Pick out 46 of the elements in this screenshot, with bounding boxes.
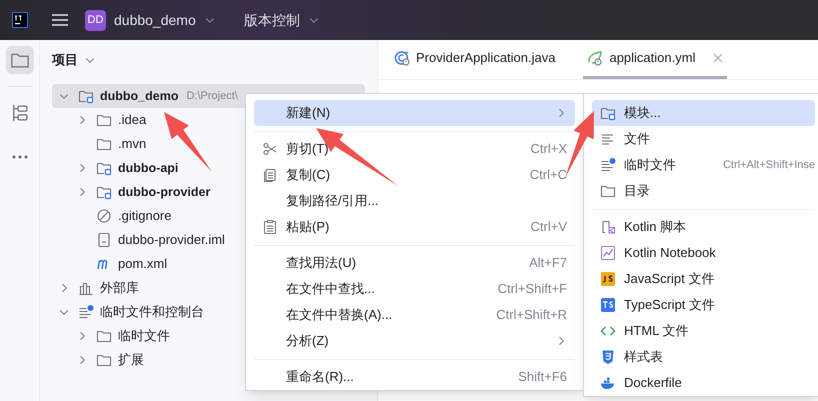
- menu-item-label: 复制(C): [286, 166, 330, 184]
- menu-item-label: 模块...: [624, 104, 661, 122]
- shortcut-label: Alt+F7: [529, 254, 567, 272]
- menu-item-label: Dockerfile: [624, 374, 682, 392]
- menu-item-label: 目录: [624, 182, 650, 200]
- tree-item-label: dubbo-provider.iml: [118, 231, 225, 250]
- tree-item-label: 临时文件和控制台: [100, 303, 204, 322]
- tree-item-label: pom.xml: [118, 255, 168, 274]
- menu-item-label: 样式表: [624, 348, 663, 366]
- tree-item-label: 扩展: [118, 351, 144, 370]
- tab-label: application.yml: [609, 49, 696, 68]
- tree-item-label: .gitignore: [118, 207, 172, 226]
- tree-item-label: .mvn: [118, 135, 146, 154]
- menu-item-label: TypeScript 文件: [624, 296, 716, 314]
- path-hint: D:\Project\: [186, 88, 238, 104]
- menu-item-label: 剪切(T): [286, 140, 329, 158]
- menu-item-label: 文件: [624, 130, 650, 148]
- shortcut-label: Ctrl+X: [530, 140, 567, 158]
- tree-item-label: dubbo-provider: [118, 184, 210, 201]
- shortcut-label: Ctrl+Shift+R: [496, 306, 567, 324]
- tree-item-label: .idea: [118, 111, 146, 130]
- menu-item-label: 在文件中替换(A)...: [286, 306, 392, 324]
- shortcut-label: Ctrl+Shift+F: [498, 280, 567, 298]
- vcs-menu-label: 版本控制: [244, 10, 300, 30]
- menu-item-label: 在文件中查找...: [286, 280, 375, 298]
- menu-item-label: 复制路径/引用...: [286, 192, 378, 210]
- shortcut-label: Shift+F6: [518, 368, 567, 386]
- menu-item-label: Kotlin 脚本: [624, 218, 686, 236]
- menu-item-label: JavaScript 文件: [624, 270, 714, 288]
- menu-item-label: 分析(Z): [286, 332, 329, 350]
- menu-item-label: 查找用法(U): [286, 254, 356, 272]
- shortcut-label: Ctrl+Alt+Shift+Inse: [722, 158, 815, 173]
- shortcut-label: Ctrl+V: [530, 218, 567, 236]
- menu-item-label: HTML 文件: [624, 322, 689, 340]
- menu-item-label: Kotlin Notebook: [624, 244, 716, 262]
- project-badge: DD: [85, 10, 106, 30]
- menu-item-label: 重命名(R)...: [286, 368, 354, 386]
- tree-item-label: dubbo_demo: [100, 88, 178, 105]
- menu-item-label: 临时文件: [624, 156, 676, 174]
- tree-item-label: dubbo-api: [118, 160, 178, 177]
- project-name: dubbo_demo: [114, 10, 196, 30]
- menu-item-label: 粘贴(P): [286, 218, 330, 236]
- tree-item-label: 外部库: [100, 279, 139, 298]
- tree-item-label: 临时文件: [118, 327, 170, 346]
- shortcut-label: Ctrl+C: [530, 166, 567, 184]
- tab-label: ProviderApplication.java: [416, 49, 556, 68]
